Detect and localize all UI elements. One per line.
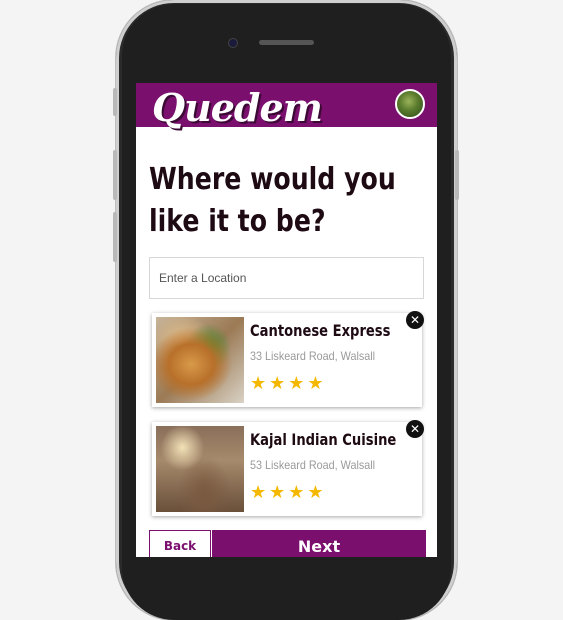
star-icon: ★	[288, 373, 305, 393]
star-icon: ★	[307, 482, 324, 502]
restaurant-address: 33 Liskeard Road, Walsall	[250, 349, 376, 363]
page-title: Where would you like it to be?	[149, 162, 396, 239]
next-button[interactable]: Next	[212, 530, 426, 557]
phone-side-button	[455, 150, 459, 200]
close-icon[interactable]: ✕	[406, 311, 424, 329]
camera-icon	[228, 38, 238, 48]
restaurant-name: Kajal Indian Cuisine	[250, 430, 397, 449]
rating-stars: ★ ★ ★ ★	[250, 373, 327, 394]
app-screen: Quedem Where would you like it to be? Ca…	[136, 83, 437, 557]
restaurant-address: 53 Liskeard Road, Walsall	[250, 458, 376, 472]
back-button[interactable]: Back	[149, 530, 211, 557]
phone-side-button	[113, 212, 117, 262]
restaurant-name: Cantonese Express	[250, 321, 391, 340]
star-icon: ★	[250, 482, 267, 502]
restaurant-card[interactable]: Cantonese Express 33 Liskeard Road, Wals…	[152, 311, 424, 407]
restaurant-card[interactable]: Kajal Indian Cuisine 53 Liskeard Road, W…	[152, 420, 424, 516]
avatar[interactable]	[395, 89, 425, 119]
food-photo	[156, 317, 244, 403]
restaurant-interior-photo	[156, 426, 244, 512]
star-icon: ★	[307, 373, 324, 393]
phone-side-button	[113, 88, 117, 116]
star-icon: ★	[250, 373, 267, 393]
app-logo[interactable]: Quedem	[152, 85, 323, 130]
speaker-grille	[259, 40, 314, 45]
phone-side-button	[113, 150, 117, 200]
rating-stars: ★ ★ ★ ★	[250, 482, 327, 503]
close-icon[interactable]: ✕	[406, 420, 424, 438]
star-icon: ★	[269, 482, 286, 502]
app-header: Quedem	[136, 83, 437, 130]
star-icon: ★	[269, 373, 286, 393]
star-icon: ★	[288, 482, 305, 502]
location-input[interactable]	[149, 257, 424, 299]
